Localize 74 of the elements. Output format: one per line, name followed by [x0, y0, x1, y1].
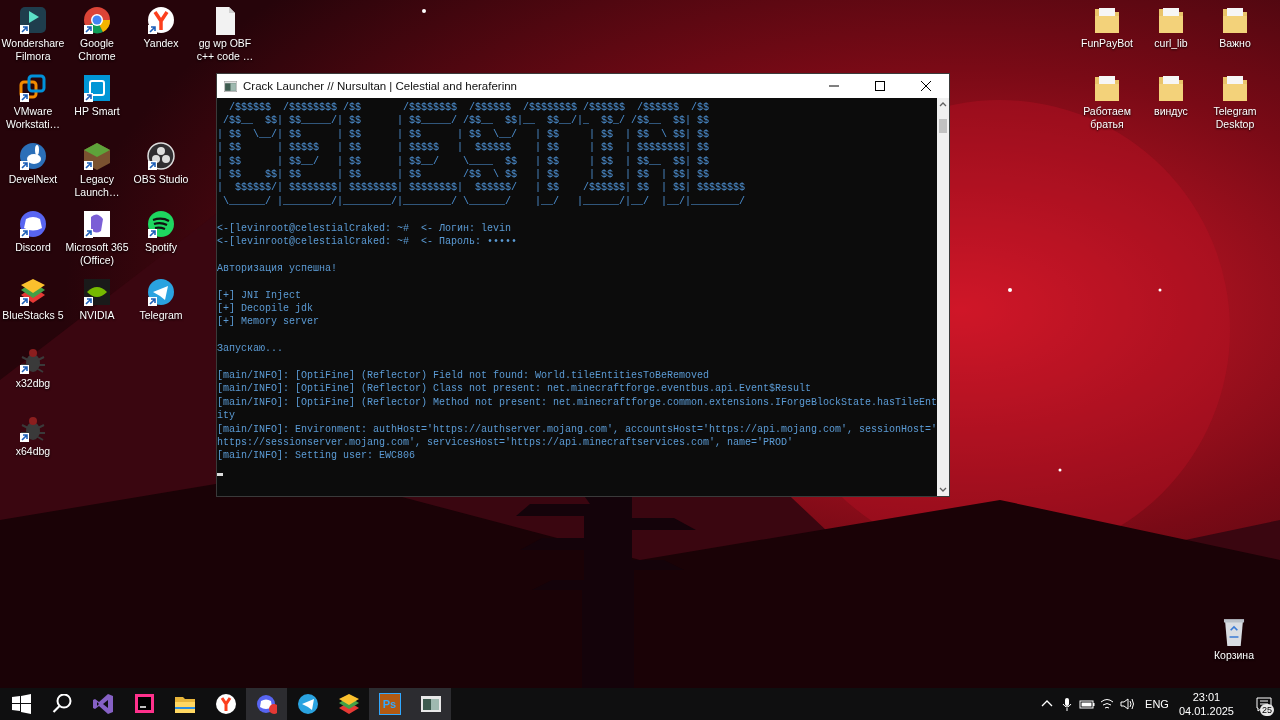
ascii-banner-line: /$$$$$$ /$$$$$$$$ /$$ /$$$$$$$$ /$$$$$$ /$$$$$$$$ /$$$$$$ /$$$$$$ /$$: [228, 101, 711, 115]
scroll-up-icon: [939, 101, 948, 107]
message-icon: [1256, 696, 1272, 712]
desktop-shortcut[interactable]: Yandex: [129, 2, 193, 70]
desktop-shortcut[interactable]: Telegram Desktop: [1203, 70, 1267, 138]
notifications-button[interactable]: 25: [1248, 688, 1280, 720]
console-line: Авторизация успешна!: [217, 261, 339, 276]
scroll-thumb[interactable]: [939, 119, 948, 133]
ascii-banner-line: /$$__ $$| $$_____/| $$ | $$_____/ /$$__ $$|__ $$__/|_ $$_/ /$$__ $$| $$: [222, 114, 711, 128]
speaker-icon[interactable]: [1119, 696, 1136, 712]
desktop-shortcut[interactable]: gg wp OBF c++ code …: [193, 2, 257, 70]
console-line: [main/INFO]: Setting user: EWC806: [217, 449, 417, 463]
console-line: [main/INFO]: Environment: authHost='https://authserver.mojang.com', accountsHost='https://api.mojang.com', sessionHost=': [217, 422, 938, 437]
ascii-banner-line: | $$ | $$__/ | $$ | $$__/ \____ $$ | $$ | $$ | $$__ $$| $$: [217, 154, 711, 169]
desktop-shortcut[interactable]: Важно: [1203, 2, 1267, 70]
console-line: ity: [217, 409, 236, 423]
taskbar-button[interactable]: [246, 688, 287, 720]
desktop-shortcut[interactable]: виндус: [1139, 70, 1203, 138]
maximize-icon: [875, 81, 885, 91]
ascii-banner-line: | $$ \__/| $$ | $$ | $$ | $$ \__/ | $$ | $$ | $$ \ $$| $$: [217, 127, 711, 142]
console-line: Запускаю...: [217, 342, 284, 356]
scroll-down-icon: [939, 487, 948, 493]
desktop-shortcut[interactable]: DevelNext: [1, 138, 65, 206]
windows-logo-icon: [10, 694, 31, 714]
console-line: [main/INFO]: [OptiFine] (Reflector) Class not present: net.minecraftforge.eventbus.api.Event$Result: [217, 382, 813, 396]
console-line: <-[levinroot@celestialCraked: ~# <- Логин: levin: [217, 221, 513, 236]
window-title: Crack Launcher // Nursultan | Celestial and heraferinn: [243, 80, 519, 92]
desktop-shortcut[interactable]: BlueStacks 5: [1, 274, 65, 342]
notification-count: 25: [1260, 704, 1274, 716]
desktop-shortcut[interactable]: curl_lib: [1139, 2, 1203, 70]
ascii-banner-line: | $$$$$$/| $$$$$$$$| $$$$$$$$| $$$$$$$$| $$$$$$/ | $$ /$$$$$$| $$ | $$| $$$$$$$$: [217, 181, 747, 195]
search-icon: [51, 694, 72, 714]
scrollbar[interactable]: [937, 98, 949, 496]
desktop-shortcut[interactable]: Работаем братья: [1075, 70, 1139, 138]
desktop-shortcut[interactable]: Microsoft 365 (Office): [65, 206, 129, 274]
language-indicator[interactable]: ENG: [1145, 698, 1169, 710]
ascii-banner-line: \______/ |________/|________/|________/ \______/ |__/ |______/|__/ |__/|________/: [222, 194, 747, 209]
desktop-shortcut[interactable]: OBS Studio: [129, 138, 193, 206]
text-cursor: [217, 472, 223, 476]
desktop-shortcut[interactable]: Spotify: [129, 206, 193, 274]
desktop-shortcut[interactable]: x32dbg: [1, 342, 65, 410]
app-icon: [215, 694, 236, 714]
app-icon: [256, 694, 277, 714]
clock[interactable]: 23:01 04.01.2025: [1178, 690, 1234, 718]
app-icon: [133, 694, 154, 714]
desktop-shortcut[interactable]: FunPayBot: [1075, 2, 1139, 70]
console-line: <-[levinroot@celestialCraked: ~# <- Пароль: •••••: [217, 235, 519, 249]
app-icon: [92, 694, 113, 714]
app-icon: [338, 694, 359, 714]
console-line: [main/INFO]: [OptiFine] (Reflector) Field not found: World.tileEntitiesToBeRemoved: [217, 369, 711, 383]
app-icon: [174, 694, 195, 714]
desktop-shortcut[interactable]: x64dbg: [1, 410, 65, 478]
desktop-shortcut[interactable]: Legacy Launch…: [65, 138, 129, 206]
desktop-shortcut[interactable]: VMware Workstati…: [1, 70, 65, 138]
taskbar-button[interactable]: [410, 688, 451, 720]
close-icon: [921, 81, 931, 91]
app-icon: [297, 694, 318, 714]
console-window-icon: [224, 80, 237, 92]
desktop-shortcut[interactable]: Discord: [1, 206, 65, 274]
desktop-shortcut[interactable]: Google Chrome: [65, 2, 129, 70]
desktop-shortcut[interactable]: NVIDIA: [65, 274, 129, 342]
console-window-icon: [420, 694, 441, 714]
app-icon: Ps: [378, 693, 401, 715]
desktop-shortcut[interactable]: Telegram: [129, 274, 193, 342]
desktop-shortcut[interactable]: HP Smart: [65, 70, 129, 138]
desktop-shortcut[interactable]: Корзина: [1202, 614, 1266, 662]
console-line: [+] JNI Inject: [217, 288, 302, 303]
console-line: [main/INFO]: [OptiFine] (Reflector) Method not present: net.minecraftforge.common.extensions.IForgeBlockState.hasTileEnt: [217, 395, 938, 410]
ascii-banner-line: | $$ $$| $$ | $$ | $$ /$$ \ $$ | $$ | $$ | $$ | $$| $$: [217, 168, 711, 182]
desktop-shortcut[interactable]: Wondershare Filmora: [1, 2, 65, 70]
ascii-banner-line: | $$ | $$$$$ | $$ | $$$$$ | $$$$$$ | $$ | $$ | $$$$$$$$| $$: [217, 141, 711, 155]
console-line: [+] Decopile jdk: [217, 302, 314, 316]
console-line: https://sessionserver.mojang.com', servicesHost='https://api.minecraftservices.com', name='PROD': [217, 436, 795, 450]
console-line: [+] Memory server: [217, 315, 321, 329]
